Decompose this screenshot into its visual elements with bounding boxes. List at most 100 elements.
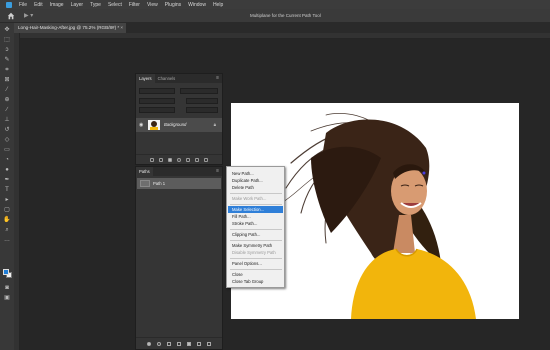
layers-panel-footer [136, 154, 222, 164]
layer-name: Background [164, 122, 187, 127]
history-brush-tool-icon[interactable]: ↺ [3, 127, 11, 134]
blur-tool-icon[interactable]: ◔ [3, 157, 11, 164]
menu-separator [230, 269, 282, 270]
pen-tool-icon[interactable]: ✒ [3, 177, 11, 184]
link-layers-icon[interactable] [150, 158, 154, 162]
menu-help[interactable]: Help [213, 2, 223, 8]
hand-tool-icon[interactable]: ✋ [3, 217, 11, 224]
clone-stamp-tool-icon[interactable]: ⊥ [3, 117, 11, 124]
menu-image[interactable]: Image [50, 2, 64, 8]
menu-filter[interactable]: Filter [129, 2, 140, 8]
path-selection-tool-icon[interactable]: ▸ [3, 197, 11, 204]
menu-item-clipping-path[interactable]: Clipping Path... [228, 231, 283, 238]
dodge-tool-icon[interactable]: ● [3, 167, 11, 174]
menu-item-stroke-path[interactable]: Stroke Path... [228, 220, 283, 227]
eraser-tool-icon[interactable]: ◇ [3, 137, 11, 144]
menu-edit[interactable]: Edit [34, 2, 43, 8]
crop-tool-icon[interactable]: ⌗ [3, 67, 11, 74]
menu-item-panel-options[interactable]: Panel Options... [228, 260, 283, 267]
paths-panel: Paths ≡ Path 1 [135, 166, 223, 350]
fill-path-icon[interactable] [147, 342, 151, 346]
opacity-field[interactable] [186, 98, 218, 104]
menu-item-make-selection[interactable]: Make Selection... [228, 206, 283, 213]
menu-item-close-tab-group[interactable]: Close Tab Group [228, 278, 283, 285]
menu-file[interactable]: File [19, 2, 27, 8]
brush-tool-icon[interactable]: ∕ [3, 107, 11, 114]
new-layer-icon[interactable] [195, 158, 199, 162]
screen-mode-icon[interactable]: ▣ [3, 295, 11, 302]
options-hint: Multiplane for the Current Path Tool [250, 13, 321, 18]
move-tool-icon[interactable]: ✥ [3, 27, 11, 34]
zoom-tool-icon[interactable]: ⌕ [3, 227, 11, 234]
menu-item-make-symmetry-path[interactable]: Make Symmetry Path [228, 242, 283, 249]
tab-layers[interactable]: Layers [136, 74, 155, 83]
menu-item-make-work-path: Make Work Path... [232, 196, 267, 201]
vertical-ruler[interactable] [14, 33, 20, 350]
type-tool-icon[interactable]: T [3, 187, 11, 194]
fx-icon[interactable] [159, 158, 163, 162]
close-icon[interactable]: × [120, 25, 123, 30]
add-mask-icon[interactable] [168, 158, 172, 162]
paths-panel-footer [136, 337, 222, 349]
menu-window[interactable]: Window [188, 2, 206, 8]
menu-type[interactable]: Type [90, 2, 101, 8]
document-tab[interactable]: Long-Hair-Masking-After.jpg @ 75.2% (RGB… [14, 23, 126, 33]
add-mask-icon[interactable] [187, 342, 191, 346]
healing-brush-tool-icon[interactable]: ⊕ [3, 97, 11, 104]
horizontal-ruler[interactable] [14, 33, 550, 39]
menu-separator [230, 229, 282, 230]
make-work-path-icon[interactable] [177, 342, 181, 346]
tab-channels[interactable]: Channels [155, 74, 179, 83]
marquee-tool-icon[interactable]: ⬚ [3, 37, 11, 44]
quick-selection-tool-icon[interactable]: ✎ [3, 57, 11, 64]
quick-mask-icon[interactable]: ◙ [3, 285, 11, 292]
adjustment-layer-icon[interactable] [177, 158, 181, 162]
panel-menu-icon[interactable]: ≡ [216, 75, 219, 81]
stroke-path-icon[interactable] [157, 342, 161, 346]
lock-options[interactable] [139, 107, 175, 113]
menu-item-new-path[interactable]: New Path... [228, 170, 283, 177]
document-tab-title: Long-Hair-Masking-After.jpg @ 75.2% (RGB… [18, 25, 120, 30]
new-group-icon[interactable] [186, 158, 190, 162]
layers-panel-tabs: Layers Channels [136, 74, 222, 83]
menu-plugins[interactable]: Plugins [165, 2, 181, 8]
paths-context-menu: New Path... Duplicate Path... Delete Pat… [226, 166, 285, 288]
eyedropper-tool-icon[interactable]: ⁄ [3, 87, 11, 94]
menu-item-delete-path[interactable]: Delete Path [228, 184, 283, 191]
menu-view[interactable]: View [147, 2, 158, 8]
layer-filter-dropdown[interactable] [139, 88, 175, 94]
menu-item-duplicate-path[interactable]: Duplicate Path... [228, 177, 283, 184]
lock-icon[interactable]: 🔒︎ [214, 122, 216, 127]
blend-mode-dropdown[interactable] [139, 98, 175, 104]
menu-item-disable-symmetry-path: Disable Symmetry Path [232, 250, 276, 255]
tools-panel: ✥ ⬚ ↄ ✎ ⌗ ⊠ ⁄ ⊕ ∕ ⊥ ↺ ◇ ▭ ◔ ● ✒ T ▸ ▢ ✋ … [0, 23, 14, 350]
layer-thumbnail [148, 120, 160, 130]
frame-tool-icon[interactable]: ⊠ [3, 77, 11, 84]
foreground-color-swatch[interactable] [3, 269, 9, 275]
menu-separator [230, 258, 282, 259]
path-selection-tool-icon[interactable]: ▶ ▾ [24, 12, 33, 19]
panel-menu-icon[interactable]: ≡ [216, 168, 219, 174]
more-tools-icon[interactable]: … [3, 237, 11, 244]
path-row[interactable]: Path 1 [137, 178, 221, 189]
gradient-tool-icon[interactable]: ▭ [3, 147, 11, 154]
load-selection-icon[interactable] [167, 342, 171, 346]
layer-row-background[interactable]: ◉ Background 🔒︎ [136, 118, 222, 132]
menu-select[interactable]: Select [108, 2, 122, 8]
menu-item-close[interactable]: Close [228, 271, 283, 278]
menu-bar: File Edit Image Layer Type Select Filter… [0, 0, 550, 9]
layer-filter-icons[interactable] [180, 88, 218, 94]
menu-item-fill-path[interactable]: Fill Path... [228, 213, 283, 220]
path-name: Path 1 [153, 181, 166, 186]
document-tab-bar: Long-Hair-Masking-After.jpg @ 75.2% (RGB… [14, 23, 550, 33]
delete-path-icon[interactable] [207, 342, 211, 346]
new-path-icon[interactable] [197, 342, 201, 346]
home-icon[interactable] [7, 12, 15, 20]
menu-layer[interactable]: Layer [71, 2, 84, 8]
rectangle-tool-icon[interactable]: ▢ [3, 207, 11, 214]
lasso-tool-icon[interactable]: ↄ [3, 47, 11, 54]
tab-paths[interactable]: Paths [136, 167, 153, 176]
delete-layer-icon[interactable] [204, 158, 208, 162]
eye-icon[interactable]: ◉ [139, 122, 143, 128]
fill-field[interactable] [186, 107, 218, 113]
